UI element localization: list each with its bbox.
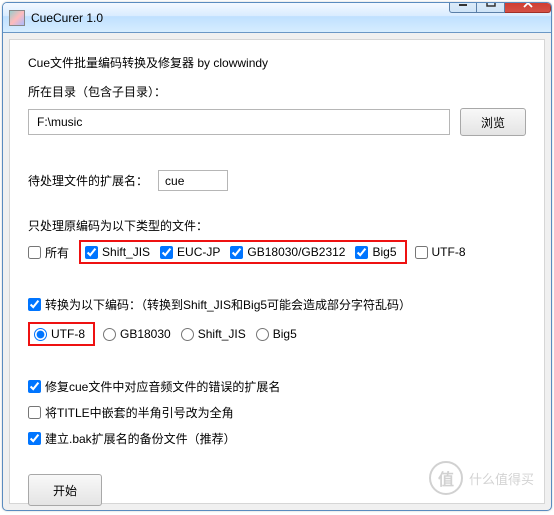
- source-enc-row: 所有 Shift_JIS EUC-JP GB18030/GB2312 Big5 …: [28, 240, 526, 264]
- close-icon: [522, 2, 534, 8]
- maximize-icon: [486, 2, 496, 8]
- cbx-gb[interactable]: GB18030/GB2312: [230, 245, 345, 259]
- cbx-convert[interactable]: 转换为以下编码：（转换到Shift_JIS和Big5可能会造成部分字符乱码）: [28, 296, 411, 313]
- source-enc-label: 只处理原编码为以下类型的文件：: [28, 217, 526, 234]
- app-heading: Cue文件批量编码转换及修复器 by clowwindy: [28, 54, 526, 71]
- highlight-target-utf8: UTF-8: [28, 322, 95, 346]
- cbx-fix-audio-ext[interactable]: 修复cue文件中对应音频文件的错误的扩展名: [28, 378, 280, 395]
- minimize-button[interactable]: [449, 2, 477, 13]
- maximize-button[interactable]: [477, 2, 505, 13]
- minimize-icon: [458, 2, 468, 8]
- browse-button[interactable]: 浏览: [460, 108, 526, 136]
- close-button[interactable]: [505, 2, 551, 13]
- ext-label: 待处理文件的扩展名：: [28, 172, 148, 189]
- cbx-backup[interactable]: 建立.bak扩展名的备份文件（推荐）: [28, 430, 236, 447]
- cbx-big5[interactable]: Big5: [355, 245, 396, 259]
- cbx-all[interactable]: 所有: [28, 244, 69, 261]
- window-controls: [449, 2, 551, 13]
- cbx-utf8[interactable]: UTF-8: [415, 245, 466, 259]
- client-area: Cue文件批量编码转换及修复器 by clowwindy 所在目录（包含子目录）…: [9, 39, 545, 504]
- window-title: CueCurer 1.0: [31, 11, 449, 25]
- highlight-source-enc: Shift_JIS EUC-JP GB18030/GB2312 Big5: [79, 240, 406, 264]
- cbx-shiftjis[interactable]: Shift_JIS: [85, 245, 150, 259]
- rdo-utf8[interactable]: UTF-8: [34, 327, 85, 341]
- dir-label: 所在目录（包含子目录）：: [28, 83, 526, 100]
- rdo-big5[interactable]: Big5: [256, 327, 297, 341]
- titlebar: CueCurer 1.0: [3, 3, 551, 33]
- cbx-eucjp[interactable]: EUC-JP: [160, 245, 220, 259]
- dir-input[interactable]: [28, 109, 450, 135]
- ext-input[interactable]: [158, 170, 228, 191]
- start-button[interactable]: 开始: [28, 474, 102, 506]
- rdo-shiftjis[interactable]: Shift_JIS: [181, 327, 246, 341]
- cbx-title-quotes[interactable]: 将TITLE中嵌套的半角引号改为全角: [28, 404, 234, 421]
- rdo-gb[interactable]: GB18030: [103, 327, 171, 341]
- app-window: CueCurer 1.0 Cue文件批量编码转换及修复器 by clowwind…: [2, 2, 552, 511]
- target-enc-row: UTF-8 GB18030 Shift_JIS Big5: [28, 322, 526, 346]
- app-icon: [9, 10, 25, 26]
